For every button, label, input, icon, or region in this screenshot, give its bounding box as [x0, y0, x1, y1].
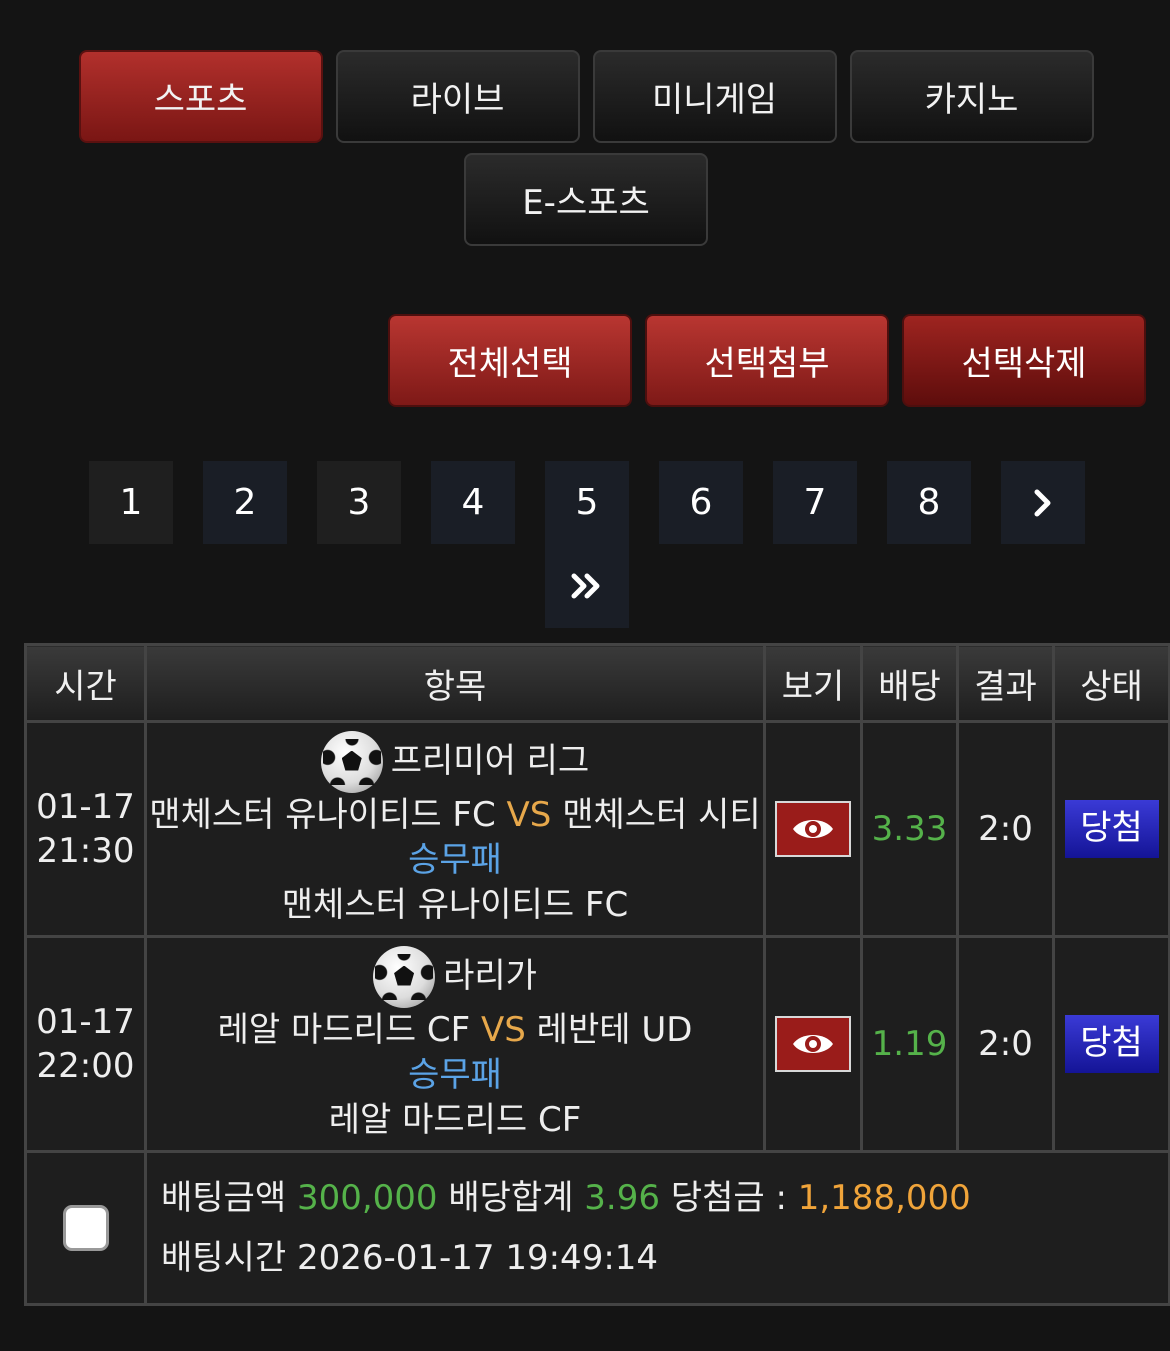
bet-time-value: 2026-01-17 19:49:14: [296, 1238, 659, 1278]
view-button[interactable]: [775, 1016, 851, 1072]
tab-sports[interactable]: 스포츠: [78, 50, 323, 143]
bet-date: 01-17: [36, 787, 135, 827]
select-checkbox[interactable]: [62, 1205, 109, 1251]
tab-live[interactable]: 라이브: [335, 50, 580, 143]
soccer-ball-icon: [373, 945, 436, 1008]
summary-time: 배팅시간 2026-01-17 19:49:14: [161, 1228, 1168, 1288]
next-page-button[interactable]: [1001, 461, 1085, 544]
league-name: 라리가: [443, 956, 537, 996]
pick: 레알 마드리드 CF: [328, 1099, 582, 1140]
status-cell: 당첨: [1052, 935, 1170, 1153]
league-line: 라리가: [149, 945, 762, 1008]
bet-summary-row: 배팅금액 300,000 배당합계 3.96 당첨금 : 1,188,000 배…: [24, 1150, 1170, 1306]
match-line: 레알 마드리드 CF VS 레반테 UD: [149, 1008, 762, 1053]
pick: 맨체스터 유나이티드 FC: [281, 884, 629, 925]
status-badge: 당첨: [1064, 1015, 1159, 1073]
bet-amount: 300,000: [296, 1178, 438, 1218]
bet-time-label: 배팅시간: [161, 1238, 287, 1278]
summary-cell: 배팅금액 300,000 배당합계 3.96 당첨금 : 1,188,000 배…: [144, 1150, 1170, 1306]
pagination: 1 2 3 4 5 6 7 8: [87, 461, 1087, 628]
tab-esports[interactable]: E-스포츠: [464, 153, 708, 246]
header-result: 결과: [956, 643, 1055, 723]
bet-item-cell: 프리미어 리그 맨체스터 유나이티드 FC VS 맨체스터 시티 승무패 맨체스…: [144, 720, 766, 938]
page-6[interactable]: 6: [659, 461, 743, 544]
market-type: 승무패: [408, 1054, 502, 1095]
odds-cell: 1.19: [860, 935, 959, 1153]
chevron-right-icon: [1034, 489, 1051, 516]
win-amount-label: 당첨금 :: [670, 1178, 787, 1218]
bet-date: 01-17: [36, 1002, 135, 1042]
header-item: 항목: [144, 643, 766, 723]
page-1[interactable]: 1: [89, 461, 173, 544]
vs-label: VS: [481, 1009, 526, 1050]
double-chevron-right-icon: [571, 573, 600, 599]
bet-time-cell: 01-17 22:00: [24, 935, 147, 1153]
league-name: 프리미어 리그: [390, 741, 590, 781]
header-odds: 배당: [860, 643, 959, 723]
status-cell: 당첨: [1052, 720, 1170, 938]
table-row: 01-17 22:00 라리가 레알 마드리드 CF VS 레반테 UD 승무패…: [24, 935, 1170, 1153]
select-cell: [24, 1150, 147, 1306]
summary-amounts: 배팅금액 300,000 배당합계 3.96 당첨금 : 1,188,000: [161, 1168, 1168, 1228]
soccer-ball-icon: [320, 730, 383, 793]
bet-history-table: 시간 항목 보기 배당 결과 상태 01-17 21:30 프리미어 리그 맨체…: [24, 643, 1170, 1306]
bet-item-cell: 라리가 레알 마드리드 CF VS 레반테 UD 승무패 레알 마드리드 CF: [144, 935, 766, 1153]
last-page-button[interactable]: [545, 544, 629, 628]
bet-amount-label: 배팅금액: [161, 1178, 287, 1218]
tab-minigame[interactable]: 미니게임: [592, 50, 837, 143]
view-cell: [763, 720, 863, 938]
odds-total-label: 배당합계: [448, 1178, 574, 1218]
table-row: 01-17 21:30 프리미어 리그 맨체스터 유나이티드 FC VS 맨체스…: [24, 720, 1170, 938]
bet-time-cell: 01-17 21:30: [24, 720, 147, 938]
view-cell: [763, 935, 863, 1153]
page-5[interactable]: 5: [545, 461, 629, 544]
page-7[interactable]: 7: [773, 461, 857, 544]
league-line: 프리미어 리그: [149, 730, 762, 793]
action-buttons: 전체선택 선택첨부 선택삭제: [388, 314, 1146, 407]
delete-selected-button[interactable]: 선택삭제: [902, 314, 1146, 407]
page-8[interactable]: 8: [887, 461, 971, 544]
header-status: 상태: [1052, 643, 1170, 723]
tab-casino[interactable]: 카지노: [849, 50, 1094, 143]
view-button[interactable]: [775, 801, 851, 857]
category-tabs: 스포츠 라이브 미니게임 카지노 E-스포츠: [78, 50, 1094, 246]
away-team: 맨체스터 시티: [562, 794, 761, 835]
result-cell: 2:0: [956, 720, 1055, 938]
vs-label: VS: [506, 794, 552, 835]
page-2[interactable]: 2: [203, 461, 287, 544]
odds-total: 3.96: [584, 1178, 660, 1218]
home-team: 레알 마드리드 CF: [217, 1009, 471, 1050]
match-line: 맨체스터 유나이티드 FC VS 맨체스터 시티: [149, 793, 762, 838]
select-all-button[interactable]: 전체선택: [388, 314, 632, 407]
home-team: 맨체스터 유나이티드 FC: [149, 794, 496, 835]
attach-selected-button[interactable]: 선택첨부: [645, 314, 889, 407]
page-3[interactable]: 3: [317, 461, 401, 544]
odds-cell: 3.33: [860, 720, 959, 938]
market-type: 승무패: [408, 839, 502, 880]
eye-icon: [793, 820, 833, 838]
bet-kickoff: 21:30: [36, 831, 135, 871]
eye-icon: [793, 1035, 833, 1053]
table-header-row: 시간 항목 보기 배당 결과 상태: [24, 643, 1170, 723]
status-badge: 당첨: [1064, 800, 1159, 858]
header-time: 시간: [24, 643, 147, 723]
bet-kickoff: 22:00: [36, 1046, 135, 1086]
away-team: 레반테 UD: [536, 1009, 693, 1050]
result-cell: 2:0: [956, 935, 1055, 1153]
page-4[interactable]: 4: [431, 461, 515, 544]
win-amount: 1,188,000: [797, 1178, 971, 1218]
header-view: 보기: [763, 643, 863, 723]
